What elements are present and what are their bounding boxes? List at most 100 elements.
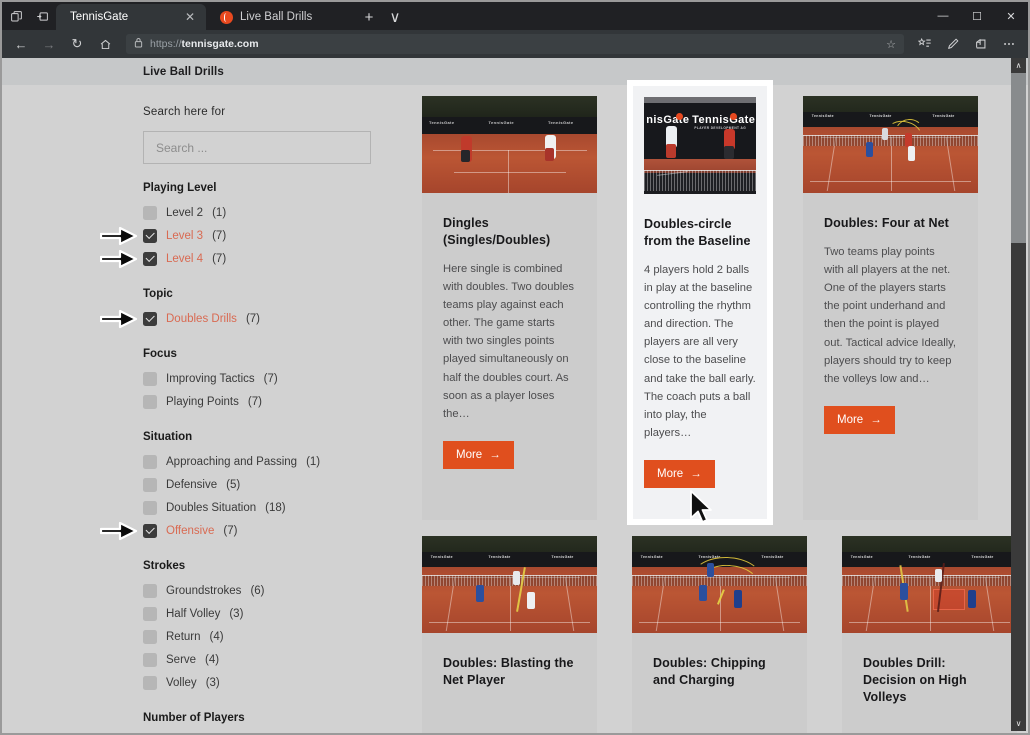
- arrow-right-icon: →: [870, 414, 882, 426]
- filter-option-label: Level 2: [166, 207, 203, 219]
- tab-tennisgate[interactable]: TennisGate ✕: [56, 4, 206, 30]
- filter-group: Number of PlayersSmall 2-4(7): [143, 712, 403, 733]
- page-header: Live Ball Drills: [2, 58, 1028, 85]
- collections-icon[interactable]: [912, 32, 938, 56]
- checkbox[interactable]: [143, 229, 157, 243]
- filter-option-count: (4): [205, 654, 219, 666]
- filter-option[interactable]: Defensive(5): [143, 473, 403, 496]
- back-button[interactable]: ←: [8, 32, 34, 56]
- filter-option[interactable]: Improving Tactics(7): [143, 367, 403, 390]
- forward-button[interactable]: →: [36, 32, 62, 56]
- checkbox[interactable]: [143, 630, 157, 644]
- split-screen-icon[interactable]: [32, 6, 52, 26]
- filter-option[interactable]: Doubles Drills(7): [143, 307, 403, 330]
- drill-title: Doubles: Blasting the Net Player: [443, 655, 576, 689]
- address-bar[interactable]: https://tennisgate.com ☆: [126, 34, 904, 54]
- checkbox[interactable]: [143, 455, 157, 469]
- drill-card-body: Doubles: Four at NetTwo teams play point…: [803, 193, 978, 458]
- checkbox[interactable]: [143, 372, 157, 386]
- filter-group: StrokesGroundstrokes(6)Half Volley(3)Ret…: [143, 560, 403, 694]
- reload-button[interactable]: ↻: [64, 32, 90, 56]
- annotation-arrow-icon: [100, 249, 138, 269]
- filter-option[interactable]: Half Volley(3): [143, 602, 403, 625]
- page-scrollbar[interactable]: ∧ ∨: [1011, 58, 1026, 731]
- drill-card[interactable]: TennisGate TennisGate TennisGate Dingles…: [422, 96, 597, 520]
- drill-card-body: Doubles: Blasting the Net Player: [422, 633, 597, 716]
- more-button[interactable]: More→: [443, 441, 514, 469]
- filter-option-label: Volley: [166, 677, 197, 689]
- drill-thumbnail[interactable]: TennisGate TennisGate TennisGate: [632, 536, 807, 633]
- checkbox[interactable]: [143, 676, 157, 690]
- home-button[interactable]: [92, 32, 118, 56]
- drill-card-body: Doubles-circle from the Baseline4 player…: [644, 194, 756, 508]
- scrollbar-thumb[interactable]: [1011, 73, 1026, 243]
- filter-option[interactable]: Groundstrokes(6): [143, 579, 403, 602]
- page-viewport: Live Ball Drills Search here for Search …: [2, 58, 1028, 733]
- filter-group-title: Topic: [143, 288, 403, 300]
- drill-thumbnail[interactable]: nisGate TennisGate PLAYER DEVELOPMENT AG: [644, 97, 756, 194]
- drill-card[interactable]: TennisGate TennisGate TennisGate Doubles…: [632, 536, 807, 733]
- close-window-button[interactable]: ✕: [994, 2, 1028, 30]
- filter-option[interactable]: Offensive(7): [143, 519, 403, 542]
- scroll-up-arrow-icon[interactable]: ∧: [1011, 58, 1026, 73]
- bookmark-star-icon[interactable]: ☆: [886, 38, 896, 51]
- tab-search-icon[interactable]: [6, 6, 26, 26]
- filter-option[interactable]: Small 2-4(7): [143, 731, 403, 733]
- annotation-arrow-icon: [100, 521, 138, 541]
- checkbox[interactable]: [143, 478, 157, 492]
- filter-option-count: (3): [206, 677, 220, 689]
- filter-option[interactable]: Volley (3): [143, 671, 403, 694]
- scroll-down-arrow-icon[interactable]: ∨: [1011, 716, 1026, 731]
- checkbox[interactable]: [143, 312, 157, 326]
- drill-thumbnail[interactable]: TennisGate TennisGate TennisGate: [842, 536, 1017, 633]
- checkbox[interactable]: [143, 395, 157, 409]
- filter-option-label: Level 4: [166, 253, 203, 265]
- arrow-right-icon: →: [690, 468, 702, 480]
- filter-option[interactable]: Return(4): [143, 625, 403, 648]
- close-icon[interactable]: ✕: [183, 10, 197, 24]
- filter-option[interactable]: Doubles Situation(18): [143, 496, 403, 519]
- search-label: Search here for: [143, 106, 403, 118]
- checkbox[interactable]: [143, 584, 157, 598]
- pen-annotate-icon[interactable]: [940, 32, 966, 56]
- browser-navbar: ← → ↻ https://tennisgate.com ☆: [2, 30, 1028, 58]
- more-button[interactable]: More→: [644, 460, 715, 488]
- filter-option[interactable]: Approaching and Passing(1): [143, 450, 403, 473]
- more-button[interactable]: More →: [824, 406, 895, 434]
- drill-card[interactable]: TennisGate TennisGate TennisGate Doubles…: [422, 536, 597, 733]
- filter-option[interactable]: Level 4(7): [143, 247, 403, 270]
- filter-option-label: Doubles Drills: [166, 313, 237, 325]
- filter-option[interactable]: Level 3(7): [143, 224, 403, 247]
- more-button-label: More: [837, 414, 863, 426]
- drill-thumbnail[interactable]: TennisGate TennisGate TennisGate: [803, 96, 978, 193]
- filter-sidebar: Search here for Search ... Playing Level…: [143, 106, 403, 733]
- filter-option-count: (7): [223, 525, 237, 537]
- drill-title: Doubles-circle from the Baseline: [644, 216, 756, 250]
- drill-card[interactable]: TennisGate TennisGate TennisGate Doubles…: [803, 96, 978, 520]
- share-icon[interactable]: [968, 32, 994, 56]
- tab-live-ball-drills[interactable]: Live Ball Drills: [206, 4, 356, 30]
- drill-card[interactable]: TennisGate TennisGate TennisGate Doubles…: [842, 536, 1017, 733]
- filter-option-label: Return: [166, 631, 201, 643]
- browser-window: TennisGate ✕ Live Ball Drills + ∨ — ☐ ✕ …: [0, 0, 1030, 735]
- checkbox[interactable]: [143, 653, 157, 667]
- drill-card-focused[interactable]: nisGate TennisGate PLAYER DEVELOPMENT AG…: [632, 85, 768, 520]
- checkbox[interactable]: [143, 252, 157, 266]
- page-content: Search here for Search ... Playing Level…: [2, 85, 1013, 733]
- minimize-button[interactable]: —: [926, 2, 960, 30]
- drill-thumbnail[interactable]: TennisGate TennisGate TennisGate: [422, 96, 597, 193]
- checkbox[interactable]: [143, 524, 157, 538]
- checkbox[interactable]: [143, 607, 157, 621]
- new-tab-button[interactable]: +: [356, 4, 382, 30]
- filter-option[interactable]: Level 2 (1): [143, 201, 403, 224]
- checkbox[interactable]: [143, 501, 157, 515]
- more-settings-icon[interactable]: [996, 32, 1022, 56]
- checkbox[interactable]: [143, 206, 157, 220]
- chevron-down-icon[interactable]: ∨: [382, 4, 408, 30]
- filter-option-count: (1): [212, 207, 226, 219]
- maximize-button[interactable]: ☐: [960, 2, 994, 30]
- filter-option[interactable]: Playing Points(7): [143, 390, 403, 413]
- filter-option[interactable]: Serve(4): [143, 648, 403, 671]
- search-input[interactable]: Search ...: [143, 131, 371, 164]
- drill-thumbnail[interactable]: TennisGate TennisGate TennisGate: [422, 536, 597, 633]
